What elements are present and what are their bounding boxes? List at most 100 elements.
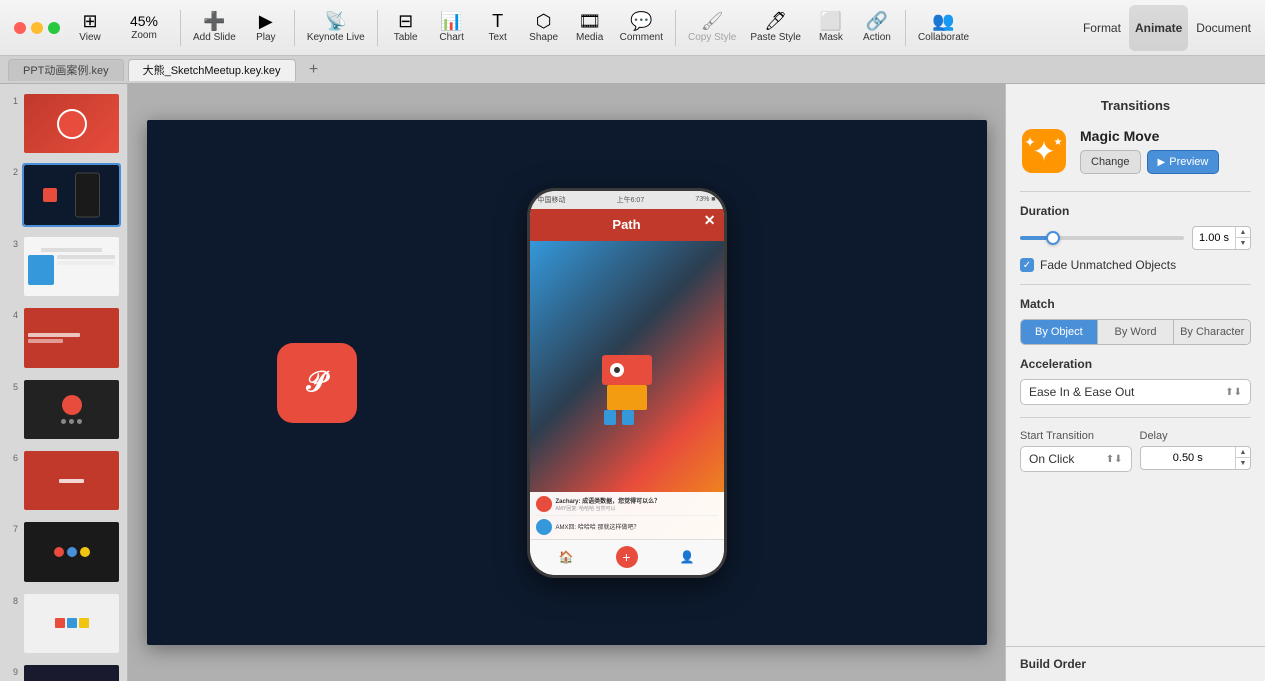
magic-buttons: Change ▶ Preview (1080, 150, 1251, 174)
slide-thumb-2[interactable]: 2 (4, 161, 123, 228)
keynote-live-label: Keynote Live (307, 32, 365, 43)
collaborate-button[interactable]: 👥 Collaborate (912, 5, 975, 51)
duration-row: 1.00 s ▲ ▼ (1020, 226, 1251, 250)
format-label: Format (1083, 21, 1121, 35)
shape-label: Shape (529, 32, 558, 43)
svg-text:✦: ✦ (1024, 134, 1036, 150)
format-button[interactable]: Format (1077, 5, 1127, 51)
tabs-bar: PPT动画案例.key 大熊_SketchMeetup.key.key + (0, 56, 1265, 84)
document-button[interactable]: Document (1190, 5, 1257, 51)
view-button[interactable]: ⊞ View (68, 5, 112, 51)
media-button[interactable]: 🎞 Media (568, 5, 612, 51)
acceleration-dropdown[interactable]: Ease In & Ease Out ⬆⬇ (1020, 379, 1251, 405)
table-label: Table (394, 32, 418, 43)
chart-label: Chart (439, 32, 463, 43)
comment-label: Comment (620, 32, 663, 43)
add-slide-button[interactable]: ➕ Add Slide (187, 5, 242, 51)
copy-style-icon: 🖌 (701, 12, 724, 30)
svg-text:★: ★ (1054, 137, 1063, 148)
mask-label: Mask (819, 32, 843, 43)
delay-spinbox[interactable]: 0.50 s ▲ ▼ (1140, 446, 1252, 470)
fade-checkbox-row: ✓ Fade Unmatched Objects (1020, 258, 1251, 272)
spin-up[interactable]: ▲ (1236, 227, 1250, 238)
slide-thumb-7[interactable]: 7 (4, 518, 123, 585)
spin-down[interactable]: ▼ (1236, 238, 1250, 249)
delay-value: 0.50 s (1141, 452, 1236, 464)
delay-spin-down[interactable]: ▼ (1236, 458, 1250, 469)
magic-move-section: ✦ ✦ ★ Magic Move Change ▶ Preview (1020, 127, 1251, 175)
copy-style-button[interactable]: 🖌 Copy Style (682, 5, 742, 51)
slide-thumb-3[interactable]: 3 (4, 233, 123, 300)
delay-col: Delay 0.50 s ▲ ▼ (1140, 430, 1252, 470)
shape-button[interactable]: ⬡ Shape (522, 5, 566, 51)
slide-thumb-8[interactable]: 8 (4, 590, 123, 657)
slide-thumb-5[interactable]: 5 (4, 376, 123, 443)
magic-info: Magic Move Change ▶ Preview (1080, 128, 1251, 174)
inspector-panel: Transitions ✦ ✦ ★ Magic Move Change (1005, 84, 1265, 681)
transitions-title: Transitions (1020, 98, 1251, 113)
play-icon: ▶ (259, 12, 273, 30)
by-object-btn[interactable]: By Object (1021, 320, 1098, 344)
add-slide-label: Add Slide (193, 32, 236, 43)
maximize-btn[interactable] (48, 22, 60, 34)
chart-button[interactable]: 📊 Chart (430, 5, 474, 51)
start-transition-dropdown[interactable]: On Click ⬆⬇ (1020, 446, 1132, 472)
by-word-btn[interactable]: By Word (1098, 320, 1175, 344)
paste-style-button[interactable]: 🖊 Paste Style (744, 5, 807, 51)
fade-label: Fade Unmatched Objects (1040, 258, 1176, 272)
view-label: View (79, 32, 101, 43)
phone-nav: Path ✕ (530, 209, 724, 241)
tab-2[interactable]: 大熊_SketchMeetup.key.key (128, 59, 296, 81)
tab-1-label: PPT动画案例.key (23, 62, 109, 78)
document-label: Document (1196, 21, 1251, 35)
dropdown-arrow: ⬆⬇ (1225, 387, 1242, 398)
slide-thumb-6[interactable]: 6 (4, 447, 123, 514)
comment-button[interactable]: 💬 Comment (614, 5, 669, 51)
by-character-btn[interactable]: By Character (1174, 320, 1250, 344)
start-col: Start Transition On Click ⬆⬇ (1020, 430, 1132, 472)
add-tab-button[interactable]: + (304, 60, 324, 80)
minimize-btn[interactable] (31, 22, 43, 34)
build-order-label: Build Order (1020, 657, 1086, 671)
play-button[interactable]: ▶ Play (244, 5, 288, 51)
divider-3 (1020, 417, 1251, 418)
table-button[interactable]: ⊟ Table (384, 5, 428, 51)
animate-button[interactable]: Animate (1129, 5, 1188, 51)
mask-button[interactable]: ⬜ Mask (809, 5, 853, 51)
slide-thumb-9[interactable]: 9 (4, 661, 123, 681)
sep1 (180, 10, 181, 46)
slide-thumb-4[interactable]: 4 (4, 304, 123, 371)
tab-1[interactable]: PPT动画案例.key (8, 59, 124, 81)
keynote-live-icon: 📡 (325, 12, 347, 30)
mask-icon: ⬜ (820, 12, 842, 30)
keynote-live-button[interactable]: 📡 Keynote Live (301, 5, 371, 51)
duration-value: 1.00 s (1193, 232, 1235, 244)
comment-icon: 💬 (630, 12, 652, 30)
action-button[interactable]: 🔗 Action (855, 5, 899, 51)
fade-checkbox[interactable]: ✓ (1020, 258, 1034, 272)
delay-spin-up[interactable]: ▲ (1236, 447, 1250, 458)
duration-spinbox[interactable]: 1.00 s ▲ ▼ (1192, 226, 1251, 250)
canvas-area[interactable]: 𝒫 中国移动 上午6:07 73% ■ Path ✕ (128, 84, 1005, 681)
phone-status: 中国移动 上午6:07 73% ■ (530, 191, 724, 209)
text-button[interactable]: T Text (476, 5, 520, 51)
duration-slider[interactable] (1020, 236, 1184, 240)
change-button[interactable]: Change (1080, 150, 1141, 174)
slide-content: 𝒫 中国移动 上午6:07 73% ■ Path ✕ (147, 120, 987, 645)
zoom-button[interactable]: 45% Zoom (114, 5, 174, 51)
text-icon: T (492, 12, 503, 30)
slider-thumb[interactable] (1046, 231, 1060, 245)
paste-style-label: Paste Style (750, 32, 801, 43)
view-icon: ⊞ (82, 12, 97, 30)
phone-image-area: Zachary: 成语类数据，您觉得可以么？ AMY回复: 哈哈哈 当然可以 A… (530, 241, 724, 539)
transitions-panel: Transitions ✦ ✦ ★ Magic Move Change (1006, 84, 1265, 646)
close-btn[interactable] (14, 22, 26, 34)
start-dropdown-arrow: ⬆⬇ (1106, 454, 1123, 465)
preview-button[interactable]: ▶ Preview (1147, 150, 1220, 174)
magic-move-name: Magic Move (1080, 128, 1251, 144)
slide-thumb-1[interactable]: 1 (4, 90, 123, 157)
text-label: Text (488, 32, 506, 43)
match-buttons: By Object By Word By Character (1020, 319, 1251, 345)
sep4 (675, 10, 676, 46)
animate-label: Animate (1135, 21, 1182, 35)
